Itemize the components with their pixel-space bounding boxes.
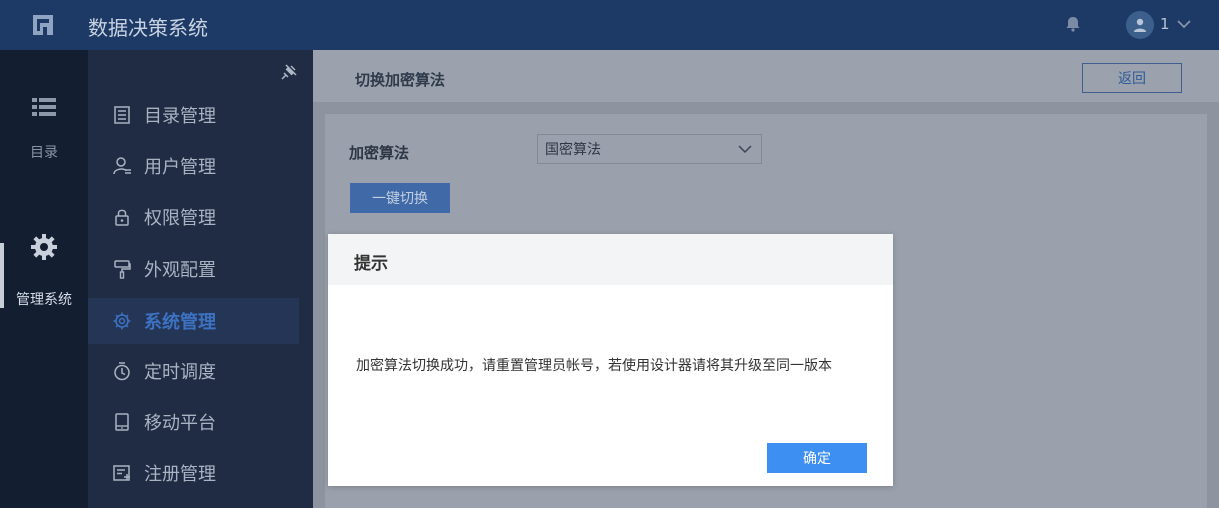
- menu-item-label: 权限管理: [144, 208, 216, 229]
- alert-dialog: 提示 加密算法切换成功，请重置管理员帐号，若使用设计器请将其升级至同一版本 确定: [328, 234, 893, 486]
- menu-item-permissions[interactable]: 权限管理: [88, 194, 299, 240]
- app-logo-icon: [33, 15, 53, 35]
- menu-item-label: 外观配置: [144, 260, 216, 281]
- dialog-header: 提示: [328, 234, 893, 285]
- menu-item-users[interactable]: 用户管理: [88, 143, 299, 189]
- menu-item-label: 系统管理: [144, 312, 216, 333]
- page-header: 切换加密算法 返回: [313, 50, 1219, 102]
- dialog-title: 提示: [354, 254, 388, 274]
- avatar[interactable]: [1126, 11, 1154, 39]
- chevron-down-icon[interactable]: [1176, 17, 1192, 31]
- bell-icon[interactable]: [1063, 14, 1083, 34]
- rail-item-management[interactable]: 管理系统: [0, 233, 88, 309]
- list-icon: [32, 98, 56, 116]
- pin-icon[interactable]: [280, 63, 298, 81]
- gear-icon: [112, 311, 132, 331]
- rail-item-label: 目录: [30, 145, 58, 161]
- register-icon: [112, 463, 132, 483]
- menu-item-registration[interactable]: 注册管理: [88, 450, 299, 496]
- tablet-icon: [112, 412, 132, 432]
- paint-roller-icon: [112, 259, 132, 279]
- dialog-message: 加密算法切换成功，请重置管理员帐号，若使用设计器请将其升级至同一版本: [356, 358, 832, 374]
- user-icon: [112, 156, 132, 176]
- app-title: 数据决策系统: [88, 16, 208, 40]
- nav-rail: 目录 管理系统: [0, 50, 88, 508]
- catalog-icon: [112, 105, 132, 125]
- chevron-down-icon: [738, 145, 752, 154]
- page-title: 切换加密算法: [355, 71, 446, 89]
- menu-item-label: 用户管理: [144, 157, 216, 178]
- menu-item-label: 注册管理: [144, 464, 216, 485]
- menu-item-system[interactable]: 系统管理: [88, 298, 299, 344]
- menu-item-label: 目录管理: [144, 106, 216, 127]
- timer-icon: [112, 361, 132, 381]
- user-avatar-icon: [1134, 18, 1146, 32]
- menu-item-label: 移动平台: [144, 413, 216, 434]
- gear-icon: [31, 234, 57, 260]
- lock-icon: [112, 207, 132, 227]
- select-value: 国密算法: [545, 142, 601, 158]
- one-click-switch-button[interactable]: 一键切换: [350, 183, 450, 213]
- top-bar: 数据决策系统 1: [0, 0, 1219, 50]
- menu-item-scheduling[interactable]: 定时调度: [88, 348, 299, 394]
- menu-item-mobile[interactable]: 移动平台: [88, 399, 299, 445]
- menu-item-label: 定时调度: [144, 362, 216, 383]
- encryption-algorithm-select[interactable]: 国密算法: [537, 134, 762, 164]
- confirm-button[interactable]: 确定: [767, 443, 867, 473]
- encryption-algorithm-label: 加密算法: [349, 144, 410, 162]
- rail-item-label: 管理系统: [16, 292, 72, 308]
- menu-item-catalog[interactable]: 目录管理: [88, 92, 299, 138]
- back-button[interactable]: 返回: [1082, 63, 1182, 93]
- menu-item-appearance[interactable]: 外观配置: [88, 246, 299, 292]
- user-name[interactable]: 1: [1160, 15, 1170, 33]
- secondary-menu: 目录管理 用户管理 权限管理 外观配置 系统管理 定时调度 移动平台 注册管理: [88, 50, 313, 508]
- rail-item-catalog[interactable]: 目录: [0, 96, 88, 162]
